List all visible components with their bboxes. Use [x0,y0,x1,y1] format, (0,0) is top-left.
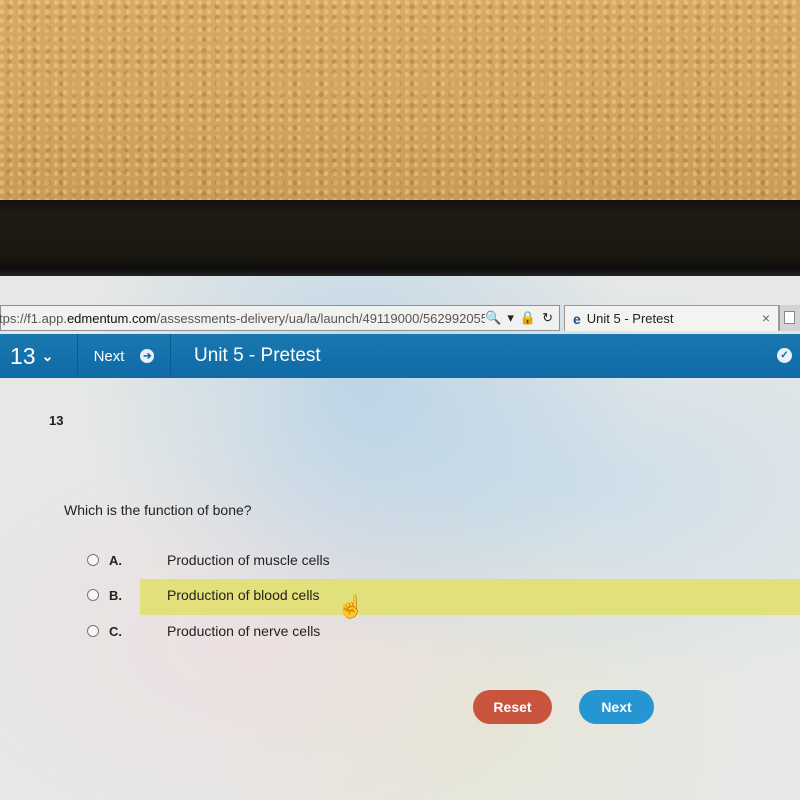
refresh-icon[interactable]: ↻ [542,310,553,326]
radio-button[interactable] [87,554,99,566]
check-circle-icon[interactable]: ✓ [777,348,792,363]
option-letter: B. [109,587,122,603]
next-button[interactable]: Next [579,690,654,724]
question-label: 13 [49,413,64,428]
question-number: 13 [10,342,36,369]
header-next-label: Next [93,347,125,365]
header-next-button[interactable]: Next ➔ [78,334,171,378]
close-tab-icon[interactable]: × [762,310,770,326]
option-a[interactable]: A. Production of muscle cells [87,542,330,578]
monitor-bezel [0,200,800,278]
tab-title: Unit 5 - Pretest [586,311,674,326]
option-letter: C. [109,623,122,639]
browser-tab[interactable]: e Unit 5 - Pretest × [564,305,779,331]
url-domain: edmentum.com [66,310,157,326]
new-tab-icon [784,311,795,324]
wall-background [0,0,800,200]
chevron-down-icon: ⌄ [41,347,54,364]
url-prefix: tps://f1.app. [0,310,67,326]
lock-icon[interactable]: 🔒 [520,310,536,326]
radio-button[interactable] [87,589,99,601]
app-header: 13 ⌄ Next ➔ Unit 5 - Pretest ✓ [0,334,800,378]
reset-button[interactable]: Reset [473,690,552,724]
new-tab-button[interactable] [779,305,800,331]
option-text: Production of nerve cells [167,623,321,639]
option-text: Production of blood cells [167,587,320,603]
option-text: Production of muscle cells [167,552,330,568]
hand-cursor-icon: ☝ [337,594,365,619]
option-letter: A. [109,552,122,568]
question-selector[interactable]: 13 ⌄ [0,334,78,378]
option-b[interactable]: B. Production of blood cells [87,577,320,613]
search-icon[interactable]: 🔍 [485,310,501,326]
question-text: Which is the function of bone? [64,502,252,518]
arrow-right-circle-icon: ➔ [140,349,155,363]
radio-button[interactable] [87,625,99,637]
dropdown-icon[interactable]: ▾ [507,310,514,326]
assessment-title: Unit 5 - Pretest [194,345,321,366]
url-text[interactable]: tps://f1.app.edmentum.com/assessments-de… [0,311,485,326]
option-c[interactable]: C. Production of nerve cells [87,613,320,649]
ie-favicon-icon: e [573,310,581,327]
address-bar[interactable]: tps://f1.app.edmentum.com/assessments-de… [0,305,560,331]
url-path: /assessments-delivery/ua/la/launch/49119… [156,310,486,326]
